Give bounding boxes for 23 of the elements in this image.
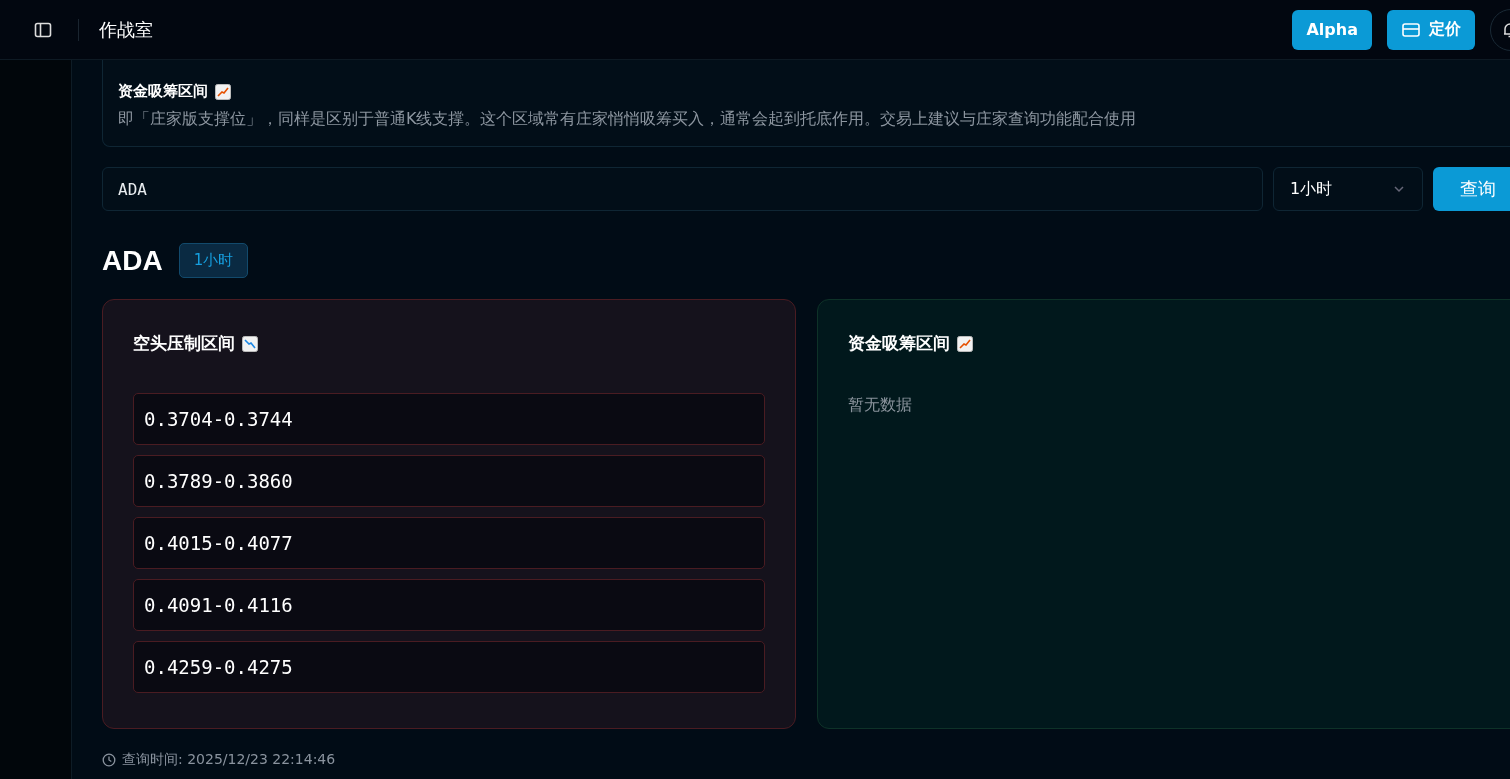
interval-dropdown[interactable]: 1小时 [1273,167,1423,211]
price-range: 0.4015-0.4077 [133,517,765,569]
clock-icon [102,753,116,767]
info-heading: 资金吸筹区间 [118,82,208,101]
symbol-field[interactable]: ADA [102,167,1263,211]
zone-title: 资金吸筹区间 [848,332,950,355]
alpha-button[interactable]: Alpha [1292,9,1372,50]
symbol-title: ADA [102,244,163,277]
query-time: 查询时间: 2025/12/23 22:14:46 [122,751,336,769]
price-range: 0.3704-0.3744 [133,393,765,445]
price-range: 0.4091-0.4116 [133,579,765,631]
chart-down-icon [242,335,258,352]
price-range: 0.3789-0.3860 [133,455,765,507]
page-title: 作战室 [99,17,153,42]
info-text: 即「庄家版支撑位」，同样是区别于普通K线支撑。这个区域常有庄家悄悄吸筹买入，通常会起到托底作用。交易上建议与庄家查询功能配合使用 [118,109,1138,130]
interval-badge: 1小时 [178,243,249,278]
zone-title: 空头压制区间 [133,332,235,355]
empty-text: 暂无数据 [848,395,913,416]
query-button[interactable]: 查询 [1433,167,1510,211]
chart-up-icon [215,83,231,100]
price-range: 0.4259-0.4275 [133,641,765,693]
pricing-button[interactable]: 定价 [1387,9,1475,50]
chart-up-icon [957,335,973,352]
